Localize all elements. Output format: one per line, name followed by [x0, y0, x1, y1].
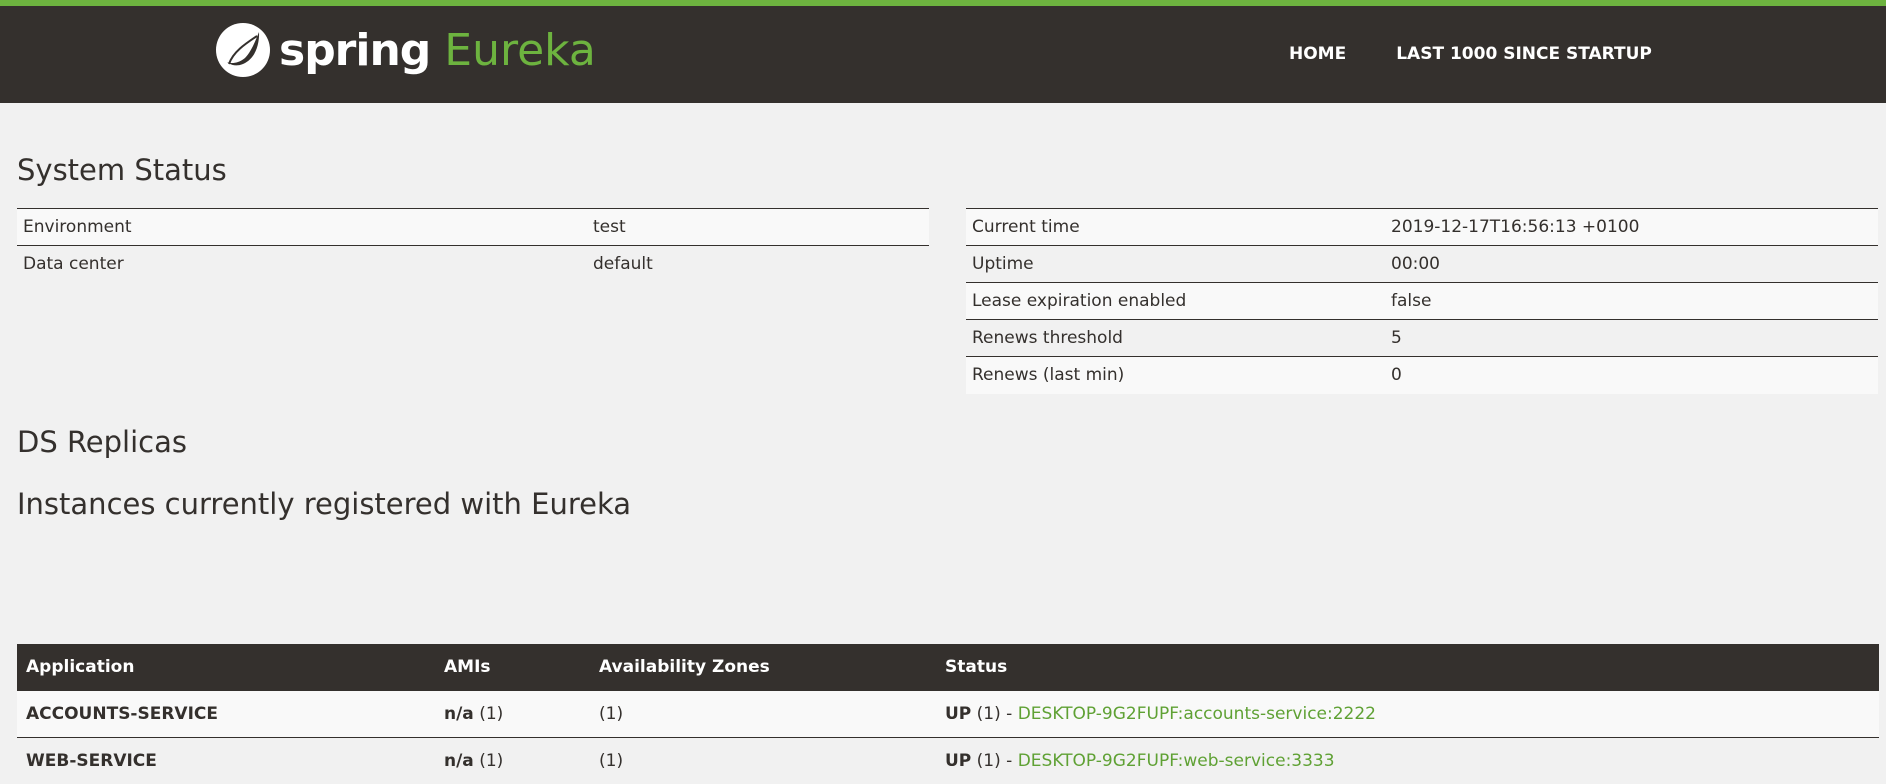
status-value: 0 — [1385, 357, 1878, 394]
status-up: UP — [945, 704, 971, 724]
column-header-status: Status — [936, 644, 1879, 691]
system-status-heading: System Status — [17, 153, 227, 187]
column-header-zones: Availability Zones — [590, 644, 936, 691]
instance-link[interactable]: DESKTOP-9G2FUPF:accounts-service:2222 — [1018, 704, 1376, 724]
main-nav: HOME LAST 1000 SINCE STARTUP — [1289, 44, 1652, 64]
zones-cell: (1) — [590, 738, 936, 784]
ami-cell: n/a (1) — [435, 738, 590, 784]
table-row: Environment test — [17, 209, 929, 246]
table-row: Lease expiration enabled false — [966, 283, 1878, 320]
zones-cell: (1) — [590, 691, 936, 738]
table-row: ACCOUNTS-SERVICE n/a (1) (1) UP (1) - DE… — [17, 691, 1879, 738]
spring-leaf-icon — [215, 22, 271, 78]
status-label: Renews threshold — [966, 320, 1385, 357]
ami-value: n/a — [444, 704, 474, 724]
column-header-amis: AMIs — [435, 644, 590, 691]
instances-heading: Instances currently registered with Eure… — [17, 487, 631, 521]
status-label: Data center — [17, 246, 587, 283]
status-cell: UP (1) - DESKTOP-9G2FUPF:accounts-servic… — [936, 691, 1879, 738]
application-name: WEB-SERVICE — [17, 738, 435, 784]
logo-text-spring: spring — [279, 25, 430, 76]
status-label: Current time — [966, 209, 1385, 246]
status-label: Uptime — [966, 246, 1385, 283]
top-navbar: spring Eureka HOME LAST 1000 SINCE START… — [0, 0, 1886, 103]
ami-count: (1) — [474, 704, 503, 724]
spring-eureka-logo[interactable]: spring Eureka — [215, 22, 596, 78]
instances-table: Application AMIs Availability Zones Stat… — [17, 644, 1879, 784]
status-label: Lease expiration enabled — [966, 283, 1385, 320]
system-status-left-table: Environment test Data center default — [17, 208, 929, 283]
nav-last-1000-link[interactable]: LAST 1000 SINCE STARTUP — [1396, 44, 1652, 64]
table-row: WEB-SERVICE n/a (1) (1) UP (1) - DESKTOP… — [17, 738, 1879, 784]
ami-cell: n/a (1) — [435, 691, 590, 738]
status-cell: UP (1) - DESKTOP-9G2FUPF:web-service:333… — [936, 738, 1879, 784]
table-row: Renews (last min) 0 — [966, 357, 1878, 394]
status-label: Renews (last min) — [966, 357, 1385, 394]
status-value: 00:00 — [1385, 246, 1878, 283]
status-count: (1) - — [971, 704, 1017, 724]
ami-value: n/a — [444, 751, 474, 771]
status-value: false — [1385, 283, 1878, 320]
table-row: Data center default — [17, 246, 929, 283]
status-value: default — [587, 246, 929, 283]
column-header-application: Application — [17, 644, 435, 691]
table-row: Current time 2019-12-17T16:56:13 +0100 — [966, 209, 1878, 246]
nav-home-link[interactable]: HOME — [1289, 44, 1346, 64]
status-label: Environment — [17, 209, 587, 246]
ami-count: (1) — [474, 751, 503, 771]
status-value: 5 — [1385, 320, 1878, 357]
status-up: UP — [945, 751, 971, 771]
ds-replicas-heading: DS Replicas — [17, 425, 187, 459]
logo-text-eureka: Eureka — [444, 25, 596, 76]
status-value: 2019-12-17T16:56:13 +0100 — [1385, 209, 1878, 246]
system-status-right-table: Current time 2019-12-17T16:56:13 +0100 U… — [966, 208, 1878, 394]
status-value: test — [587, 209, 929, 246]
table-header-row: Application AMIs Availability Zones Stat… — [17, 644, 1879, 691]
table-row: Uptime 00:00 — [966, 246, 1878, 283]
status-count: (1) - — [971, 751, 1017, 771]
instance-link[interactable]: DESKTOP-9G2FUPF:web-service:3333 — [1018, 751, 1335, 771]
application-name: ACCOUNTS-SERVICE — [17, 691, 435, 738]
table-row: Renews threshold 5 — [966, 320, 1878, 357]
